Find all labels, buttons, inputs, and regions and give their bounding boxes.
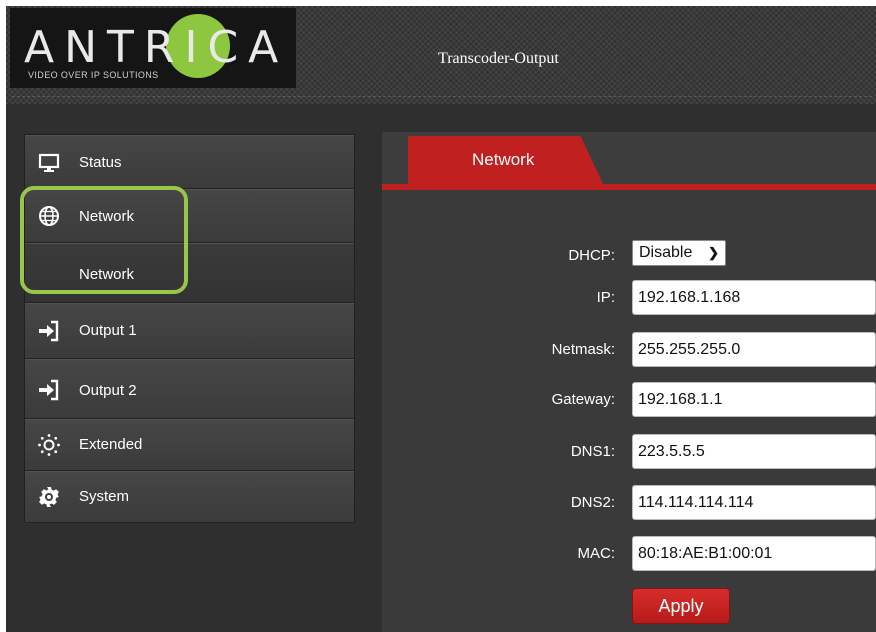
dhcp-label: DHCP: <box>568 247 615 264</box>
content-panel: Network DHCP: Disable ❯ IP: Netmask: Gat… <box>382 132 876 632</box>
sidebar-item-status[interactable]: Status <box>25 135 354 189</box>
sidebar-item-system[interactable]: System <box>25 471 354 523</box>
dhcp-row: DHCP: Disable ❯ <box>382 238 876 274</box>
sidebar-item-label: Status <box>79 154 122 171</box>
header-divider <box>12 96 872 97</box>
sidebar-item-output-1[interactable]: Output 1 <box>25 303 354 359</box>
netmask-label: Netmask: <box>551 341 615 358</box>
tab-network[interactable]: Network <box>408 136 604 186</box>
sidebar-item-label: Output 2 <box>79 382 137 399</box>
sidebar-item-label: Output 1 <box>79 322 137 339</box>
monitor-icon <box>37 151 61 175</box>
dns1-row: DNS1: <box>382 434 876 470</box>
netmask-row: Netmask: <box>382 332 876 368</box>
dhcp-selected-value: Disable <box>639 244 693 261</box>
sidebar-item-label: Extended <box>79 436 143 453</box>
tab-bar: Network <box>382 132 876 190</box>
dns1-label: DNS1: <box>570 443 615 460</box>
dns1-field[interactable] <box>632 434 876 469</box>
apply-button[interactable]: Apply <box>632 588 730 624</box>
logo-text: ANTRICA <box>24 22 289 73</box>
gear-icon <box>37 485 61 509</box>
ip-label: IP: <box>596 289 615 306</box>
gateway-field[interactable] <box>632 382 876 417</box>
ip-row: IP: <box>382 280 876 316</box>
sidebar-item-output-2[interactable]: Output 2 <box>25 359 354 419</box>
tab-label: Network <box>472 150 535 169</box>
app-window: ANTRICA VIDEO OVER IP SOLUTIONS Transcod… <box>6 6 876 632</box>
mac-label: MAC: <box>577 545 615 562</box>
chevron-down-icon: ❯ <box>708 245 719 260</box>
dns2-field[interactable] <box>632 485 876 520</box>
sun-icon <box>37 433 61 457</box>
sidebar-item-extended[interactable]: Extended <box>25 419 354 471</box>
ip-field[interactable] <box>632 280 876 315</box>
dhcp-select[interactable]: Disable ❯ <box>632 240 726 266</box>
logo: ANTRICA VIDEO OVER IP SOLUTIONS <box>10 8 296 88</box>
sidebar-item-label: System <box>79 488 130 505</box>
page-title: Transcoder-Output <box>438 50 559 67</box>
dns2-label: DNS2: <box>570 494 615 511</box>
logo-tagline: VIDEO OVER IP SOLUTIONS <box>28 70 159 80</box>
sign-in-icon <box>37 378 61 402</box>
mac-row: MAC: <box>382 536 876 572</box>
header-bar: ANTRICA VIDEO OVER IP SOLUTIONS Transcod… <box>6 6 876 104</box>
dns2-row: DNS2: <box>382 485 876 521</box>
annotation-highlight <box>20 186 188 294</box>
mac-field[interactable] <box>632 536 876 571</box>
sign-in-icon <box>37 319 61 343</box>
netmask-field[interactable] <box>632 332 876 367</box>
gateway-row: Gateway: <box>382 382 876 418</box>
gateway-label: Gateway: <box>551 391 615 408</box>
